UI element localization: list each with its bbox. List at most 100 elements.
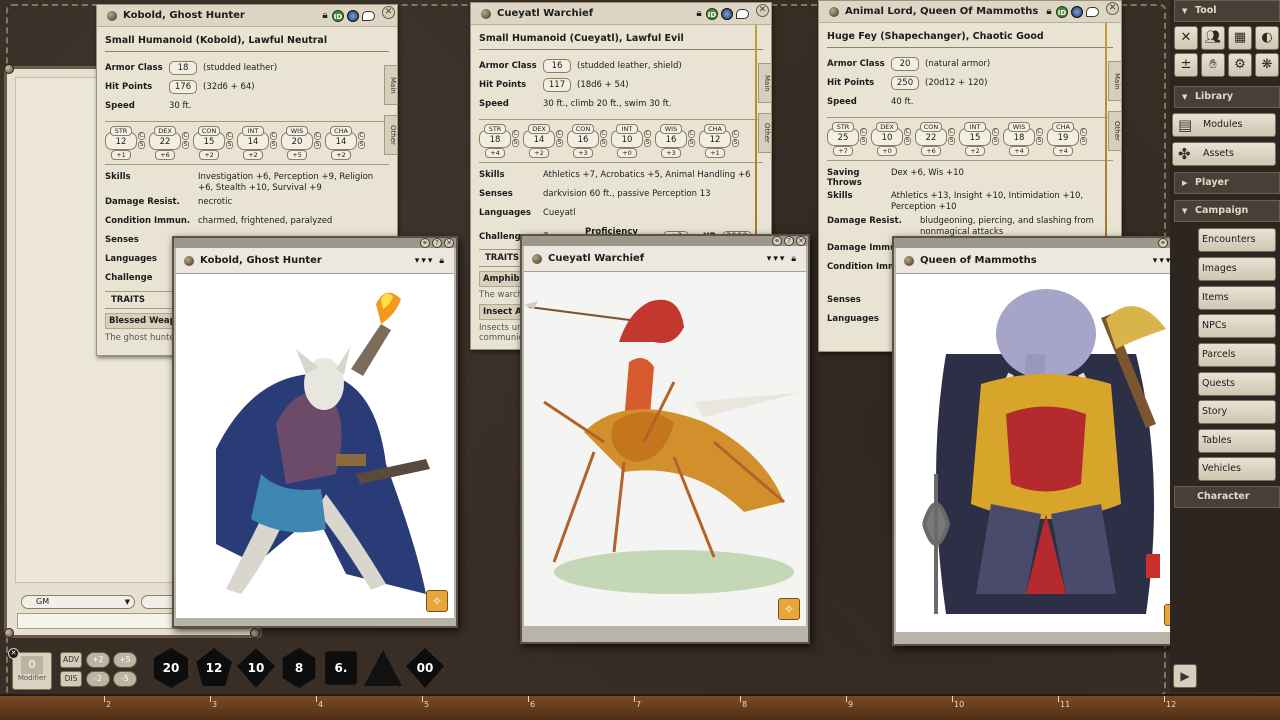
image-titlebar[interactable]: Queen of Mammoths ▾▾▾ 🔒︎ <box>896 248 1192 274</box>
image-titlebar[interactable]: Kobold, Ghost Hunter ▾▾▾ 🔒︎ <box>176 248 454 274</box>
sidebar-item-story[interactable]: Story <box>1198 400 1276 424</box>
skills-value[interactable]: Athletics +13, Insight +10, Intimidation… <box>891 191 1113 213</box>
adv-button[interactable]: ADV <box>60 652 82 668</box>
hp-field[interactable]: 117 <box>543 78 571 92</box>
tab-other[interactable]: Other <box>1108 111 1122 151</box>
image-window-dragbar[interactable]: ⚭?✕ <box>894 238 1194 248</box>
link-icon[interactable]: ⚭ <box>772 236 782 246</box>
ability-dex[interactable]: DEX10+0CS <box>871 122 911 156</box>
party-icon[interactable]: 👥︎ <box>1201 26 1225 50</box>
link-icon[interactable]: ⚭ <box>420 238 430 248</box>
help-icon[interactable]: ? <box>784 236 794 246</box>
link-icon[interactable]: ⚭ <box>1158 238 1168 248</box>
ability-cha[interactable]: CHA14+2CS <box>325 126 365 160</box>
sidebar-item-vehicles[interactable]: Vehicles <box>1198 457 1276 481</box>
modifiers-icon[interactable]: ± <box>1174 53 1198 77</box>
image-window-dragbar[interactable]: ⚭?✕ <box>174 238 456 248</box>
close-icon[interactable]: ✕ <box>756 4 769 17</box>
modifier-box[interactable]: 0 Modifier <box>12 652 52 690</box>
sidebar-item-images[interactable]: Images <box>1198 257 1276 281</box>
ability-str[interactable]: STR25+7CS <box>827 122 867 156</box>
id-icon[interactable]: ID <box>1056 6 1068 18</box>
cross-icon[interactable]: ✕ <box>1174 26 1198 50</box>
d6-die[interactable]: 6. <box>322 648 360 688</box>
dis-button[interactable]: DIS <box>60 671 82 687</box>
ability-str[interactable]: STR12+1CS <box>105 126 145 160</box>
plus-5-button[interactable]: +5 <box>113 652 137 668</box>
tab-other[interactable]: Other <box>758 113 772 153</box>
senses-value[interactable]: darkvision 60 ft., passive Perception 13 <box>543 189 763 200</box>
skills-value[interactable]: Investigation +6, Perception +9, Religio… <box>198 172 389 194</box>
image-share-button[interactable]: ✧ <box>426 590 448 612</box>
image-canvas[interactable]: ✧ <box>524 272 806 626</box>
tab-main[interactable]: Main <box>758 63 772 103</box>
sidebar-item-quests[interactable]: Quests <box>1198 372 1276 396</box>
tab-other[interactable]: Other <box>384 115 398 155</box>
image-canvas[interactable]: ✧ <box>176 274 454 618</box>
lock-icon[interactable]: 🔒︎ <box>321 10 329 22</box>
ability-dex[interactable]: DEX22+6CS <box>149 126 189 160</box>
ability-dex[interactable]: DEX14+2CS <box>523 124 563 158</box>
ac-field[interactable]: 18 <box>169 61 197 75</box>
ac-field[interactable]: 16 <box>543 59 571 73</box>
hp-field[interactable]: 250 <box>891 76 919 90</box>
sidebar-header-library[interactable]: ▼Library <box>1174 86 1280 108</box>
image-share-button[interactable]: ✧ <box>778 598 800 620</box>
saving-throws-value[interactable]: Dex +6, Wis +10 <box>891 168 1113 179</box>
sidebar-item-assets[interactable]: ✤Assets <box>1172 142 1276 166</box>
ability-con[interactable]: CON22+6CS <box>915 122 955 156</box>
calendar-icon[interactable]: ▦ <box>1228 26 1252 50</box>
sidebar-item-encounters[interactable]: Encounters <box>1198 228 1276 252</box>
ability-con[interactable]: CON16+3CS <box>567 124 607 158</box>
ability-con[interactable]: CON15+2CS <box>193 126 233 160</box>
settings-icon[interactable]: ⚙︎ <box>1228 53 1252 77</box>
damage-resist-value[interactable]: bludgeoning, piercing, and slashing from… <box>920 216 1113 238</box>
ability-wis[interactable]: WIS16+3CS <box>655 124 695 158</box>
effects-icon[interactable]: ✋︎ <box>1201 53 1225 77</box>
condition-immun-value[interactable]: charmed, frightened, paralyzed <box>198 216 389 227</box>
damage-resist-value[interactable]: necrotic <box>198 197 389 208</box>
ability-str[interactable]: STR18+4CS <box>479 124 519 158</box>
ability-cha[interactable]: CHA19+4CS <box>1047 122 1087 156</box>
tab-main[interactable]: Main <box>384 65 398 105</box>
token-icon[interactable] <box>347 10 359 22</box>
colors-icon[interactable]: ◐ <box>1255 26 1279 50</box>
ability-wis[interactable]: WIS20+5CS <box>281 126 321 160</box>
lighting-icon[interactable]: ❋ <box>1255 53 1279 77</box>
sidebar-header-player[interactable]: ▶Player <box>1174 172 1280 194</box>
image-tools-icon[interactable]: ▾▾▾ 🔒︎ <box>415 256 446 266</box>
hp-field[interactable]: 176 <box>169 80 197 94</box>
sidebar-header-character[interactable]: Character <box>1174 486 1280 508</box>
tab-main[interactable]: Main <box>1108 61 1122 101</box>
ability-int[interactable]: INT14+2CS <box>237 126 277 160</box>
close-icon[interactable]: ✕ <box>444 238 454 248</box>
chat-identity-select[interactable]: GM ▼ <box>21 595 135 609</box>
plus-2-button[interactable]: +2 <box>86 652 110 668</box>
image-tools-icon[interactable]: ▾▾▾ 🔒︎ <box>767 254 798 264</box>
chat-bubble-icon[interactable] <box>736 9 749 19</box>
minus-2-button[interactable]: -2 <box>86 671 110 687</box>
close-icon[interactable]: ✕ <box>8 648 19 659</box>
lock-icon[interactable]: 🔒︎ <box>1045 6 1053 18</box>
token-icon[interactable] <box>1071 6 1083 18</box>
token-icon[interactable] <box>721 8 733 20</box>
close-icon[interactable]: ✕ <box>796 236 806 246</box>
image-titlebar[interactable]: Cueyatl Warchief ▾▾▾ 🔒︎ <box>524 246 806 272</box>
play-icon[interactable]: ▶ <box>1173 664 1197 688</box>
sidebar-item-tables[interactable]: Tables <box>1198 429 1276 453</box>
npc-sheet-titlebar[interactable]: Animal Lord, Queen Of Mammoths 🔒︎ ID ✕ <box>819 1 1121 23</box>
chat-bubble-icon[interactable] <box>1086 7 1099 17</box>
sidebar-header-campaign[interactable]: ▼Campaign <box>1174 200 1280 222</box>
npc-sheet-titlebar[interactable]: Cueyatl Warchief 🔒︎ ID ✕ <box>471 3 771 25</box>
sidebar-item-parcels[interactable]: Parcels <box>1198 343 1276 367</box>
sidebar-item-npcs[interactable]: NPCs <box>1198 314 1276 338</box>
skills-value[interactable]: Athletics +7, Acrobatics +5, Animal Hand… <box>543 170 763 181</box>
sidebar-item-modules[interactable]: ▤Modules <box>1172 113 1276 137</box>
ability-int[interactable]: INT10+0CS <box>611 124 651 158</box>
ac-field[interactable]: 20 <box>891 57 919 71</box>
id-icon[interactable]: ID <box>706 8 718 20</box>
npc-sheet-titlebar[interactable]: Kobold, Ghost Hunter 🔒︎ ID ✕ <box>97 5 397 27</box>
sidebar-item-items[interactable]: Items <box>1198 286 1276 310</box>
ability-wis[interactable]: WIS18+4CS <box>1003 122 1043 156</box>
chat-bubble-icon[interactable] <box>362 11 375 21</box>
